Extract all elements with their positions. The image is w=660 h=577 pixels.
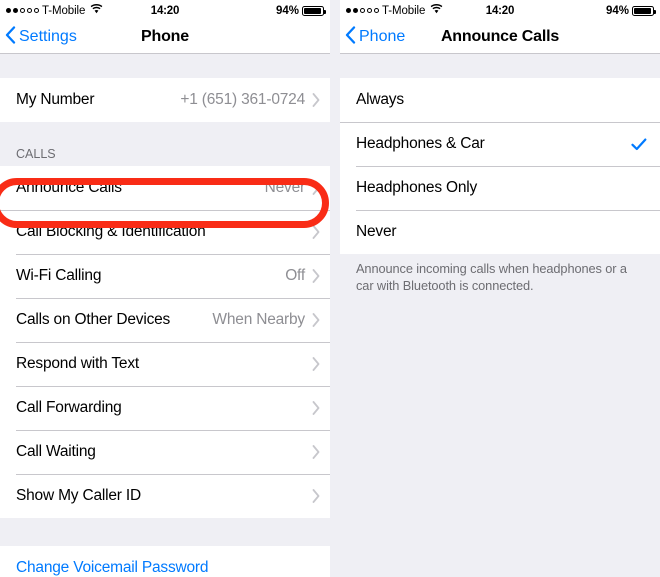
row-label: Respond with Text <box>16 355 139 372</box>
option-label: Always <box>356 91 404 108</box>
row-label: My Number <box>16 91 95 108</box>
checkmark-icon <box>631 138 647 151</box>
row-respond-with-text[interactable]: Respond with Text <box>0 342 330 386</box>
chevron-right-icon <box>312 445 320 459</box>
option-label: Never <box>356 223 397 240</box>
chevron-right-icon <box>312 357 320 371</box>
announce-calls-screen: T-Mobile 14:20 94% Phone Announce Calls … <box>330 0 660 577</box>
row-wifi-calling[interactable]: Wi-Fi Calling Off <box>0 254 330 298</box>
footer-note: Announce incoming calls when headphones … <box>340 254 660 295</box>
option-label: Headphones & Car <box>356 135 485 152</box>
battery-percent-label: 94% <box>275 4 299 17</box>
status-bar: T-Mobile 14:20 94% <box>340 0 660 21</box>
battery-icon <box>632 5 656 16</box>
status-bar-right: 94% <box>605 4 656 17</box>
chevron-right-icon <box>312 181 320 195</box>
chevron-right-icon <box>312 401 320 415</box>
chevron-right-icon <box>312 489 320 503</box>
row-label: Call Waiting <box>16 443 96 460</box>
row-label: Change Voicemail Password <box>16 559 209 576</box>
option-headphones-and-car[interactable]: Headphones & Car <box>340 122 660 166</box>
row-change-voicemail-password[interactable]: Change Voicemail Password <box>0 546 330 577</box>
chevron-right-icon <box>312 313 320 327</box>
group-gap-top <box>0 54 330 78</box>
chevron-right-icon <box>312 269 320 283</box>
option-always[interactable]: Always <box>340 78 660 122</box>
chevron-right-icon <box>312 93 320 107</box>
option-never[interactable]: Never <box>340 210 660 254</box>
row-label: Call Forwarding <box>16 399 122 416</box>
row-show-my-caller-id[interactable]: Show My Caller ID <box>0 474 330 518</box>
nav-bar-left: Settings Phone <box>0 21 330 54</box>
row-label: Show My Caller ID <box>16 487 141 504</box>
row-my-number[interactable]: My Number +1 (651) 361-0724 <box>0 78 330 122</box>
phone-settings-screen: T-Mobile 14:20 94% Settings Phone My Num… <box>0 0 330 577</box>
row-call-forwarding[interactable]: Call Forwarding <box>0 386 330 430</box>
page-title: Phone <box>141 28 189 45</box>
page-title: Announce Calls <box>440 28 560 45</box>
row-value: +1 (651) 361-0724 <box>180 91 305 108</box>
dual-screenshot: T-Mobile 14:20 94% Settings Phone My Num… <box>0 0 660 577</box>
group-my-number: My Number +1 (651) 361-0724 <box>0 78 330 122</box>
nav-bar-right: Phone Announce Calls <box>340 21 660 54</box>
group-voicemail: Change Voicemail Password <box>0 546 330 577</box>
row-label: Call Blocking & Identification <box>16 223 206 240</box>
row-call-waiting[interactable]: Call Waiting <box>0 430 330 474</box>
group-announce-options: Always Headphones & Car Headphones Only … <box>340 78 660 254</box>
option-label: Headphones Only <box>356 179 478 196</box>
row-value: Never <box>264 179 306 196</box>
row-label: Wi-Fi Calling <box>16 267 102 284</box>
battery-percent-label: 94% <box>605 4 629 17</box>
battery-icon <box>302 5 326 16</box>
row-call-blocking[interactable]: Call Blocking & Identification <box>0 210 330 254</box>
option-headphones-only[interactable]: Headphones Only <box>340 166 660 210</box>
row-label: Announce Calls <box>16 179 122 196</box>
status-bar-right: 94% <box>275 4 326 17</box>
row-calls-on-other-devices[interactable]: Calls on Other Devices When Nearby <box>0 298 330 342</box>
chevron-right-icon <box>312 225 320 239</box>
row-value: When Nearby <box>212 311 305 328</box>
group-calls: Announce Calls Never Call Blocking & Ide… <box>0 166 330 518</box>
row-announce-calls[interactable]: Announce Calls Never <box>0 166 330 210</box>
group-gap-bottom <box>0 518 330 546</box>
group-gap-top <box>340 54 660 78</box>
row-value: Off <box>285 267 305 284</box>
section-header-calls: CALLS <box>0 122 330 166</box>
row-label: Calls on Other Devices <box>16 311 171 328</box>
status-bar: T-Mobile 14:20 94% <box>0 0 330 21</box>
